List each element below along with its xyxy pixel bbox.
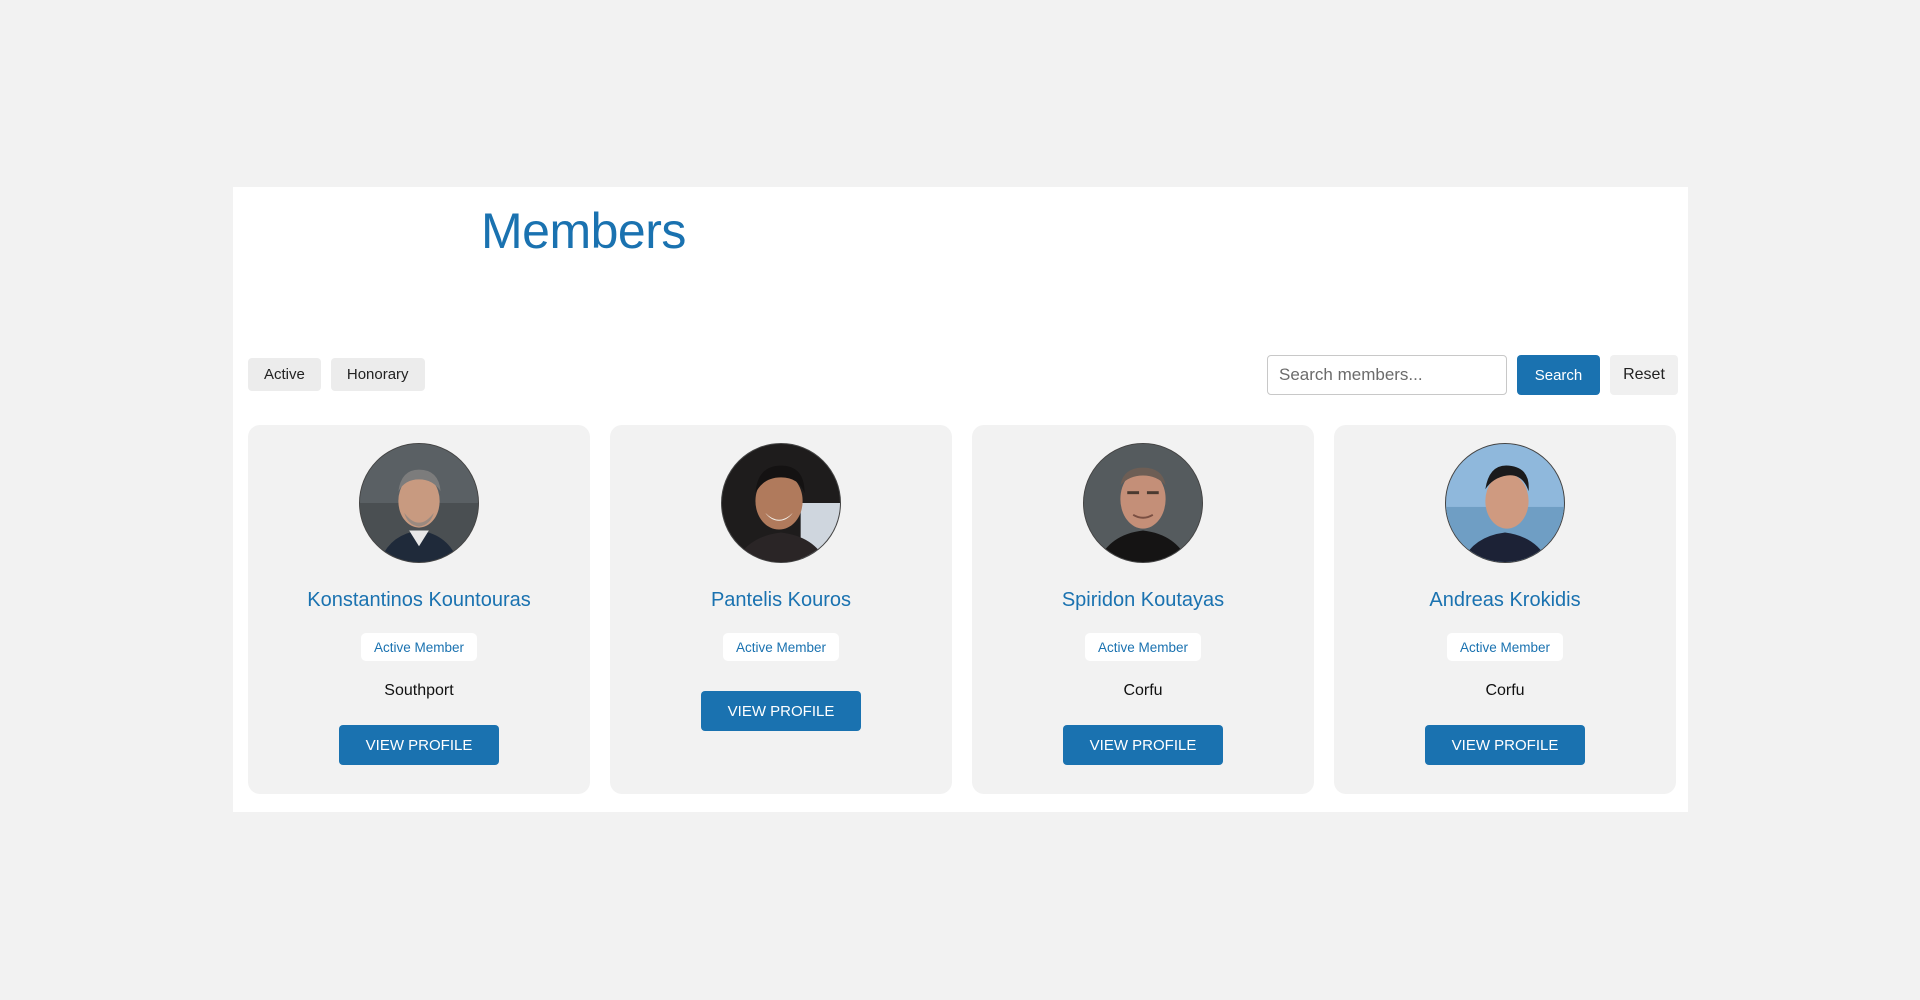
member-status-badge: Active Member xyxy=(1084,633,1202,661)
view-profile-button[interactable]: VIEW PROFILE xyxy=(701,691,861,731)
avatar xyxy=(721,443,841,563)
member-name[interactable]: Konstantinos Kountouras xyxy=(307,587,531,613)
member-name[interactable]: Andreas Krokidis xyxy=(1429,587,1580,613)
member-card-grid: Konstantinos Kountouras Active Member So… xyxy=(248,425,1676,794)
search-input[interactable] xyxy=(1267,355,1507,395)
member-status-badge: Active Member xyxy=(722,633,840,661)
view-profile-button[interactable]: VIEW PROFILE xyxy=(1063,725,1223,765)
members-panel: Members Active Honorary Search Reset xyxy=(233,187,1688,812)
reset-button[interactable]: Reset xyxy=(1610,355,1678,395)
member-name[interactable]: Spiridon Koutayas xyxy=(1062,587,1224,613)
member-card: Spiridon Koutayas Active Member Corfu VI… xyxy=(972,425,1314,794)
page-title: Members xyxy=(481,203,686,259)
avatar-photo xyxy=(360,444,478,562)
avatar xyxy=(1083,443,1203,563)
filter-active[interactable]: Active xyxy=(248,358,321,391)
member-name[interactable]: Pantelis Kouros xyxy=(711,587,851,613)
avatar-photo xyxy=(1084,444,1202,562)
avatar-photo xyxy=(1446,444,1564,562)
member-location: Southport xyxy=(384,682,454,699)
member-status-badge: Active Member xyxy=(360,633,478,661)
member-location: Corfu xyxy=(1485,682,1525,699)
member-location: Corfu xyxy=(1123,682,1163,699)
view-profile-button[interactable]: VIEW PROFILE xyxy=(339,725,499,765)
member-card: Konstantinos Kountouras Active Member So… xyxy=(248,425,590,794)
view-profile-button[interactable]: VIEW PROFILE xyxy=(1425,725,1585,765)
avatar xyxy=(1445,443,1565,563)
filter-bar: Active Honorary xyxy=(248,358,425,391)
avatar-photo xyxy=(722,444,840,562)
search-bar: Search Reset xyxy=(1267,355,1678,395)
member-card: Andreas Krokidis Active Member Corfu VIE… xyxy=(1334,425,1676,794)
search-button[interactable]: Search xyxy=(1517,355,1600,395)
member-status-badge: Active Member xyxy=(1446,633,1564,661)
filter-honorary[interactable]: Honorary xyxy=(330,358,425,391)
avatar xyxy=(359,443,479,563)
member-card: Pantelis Kouros Active Member VIEW PROFI… xyxy=(610,425,952,794)
